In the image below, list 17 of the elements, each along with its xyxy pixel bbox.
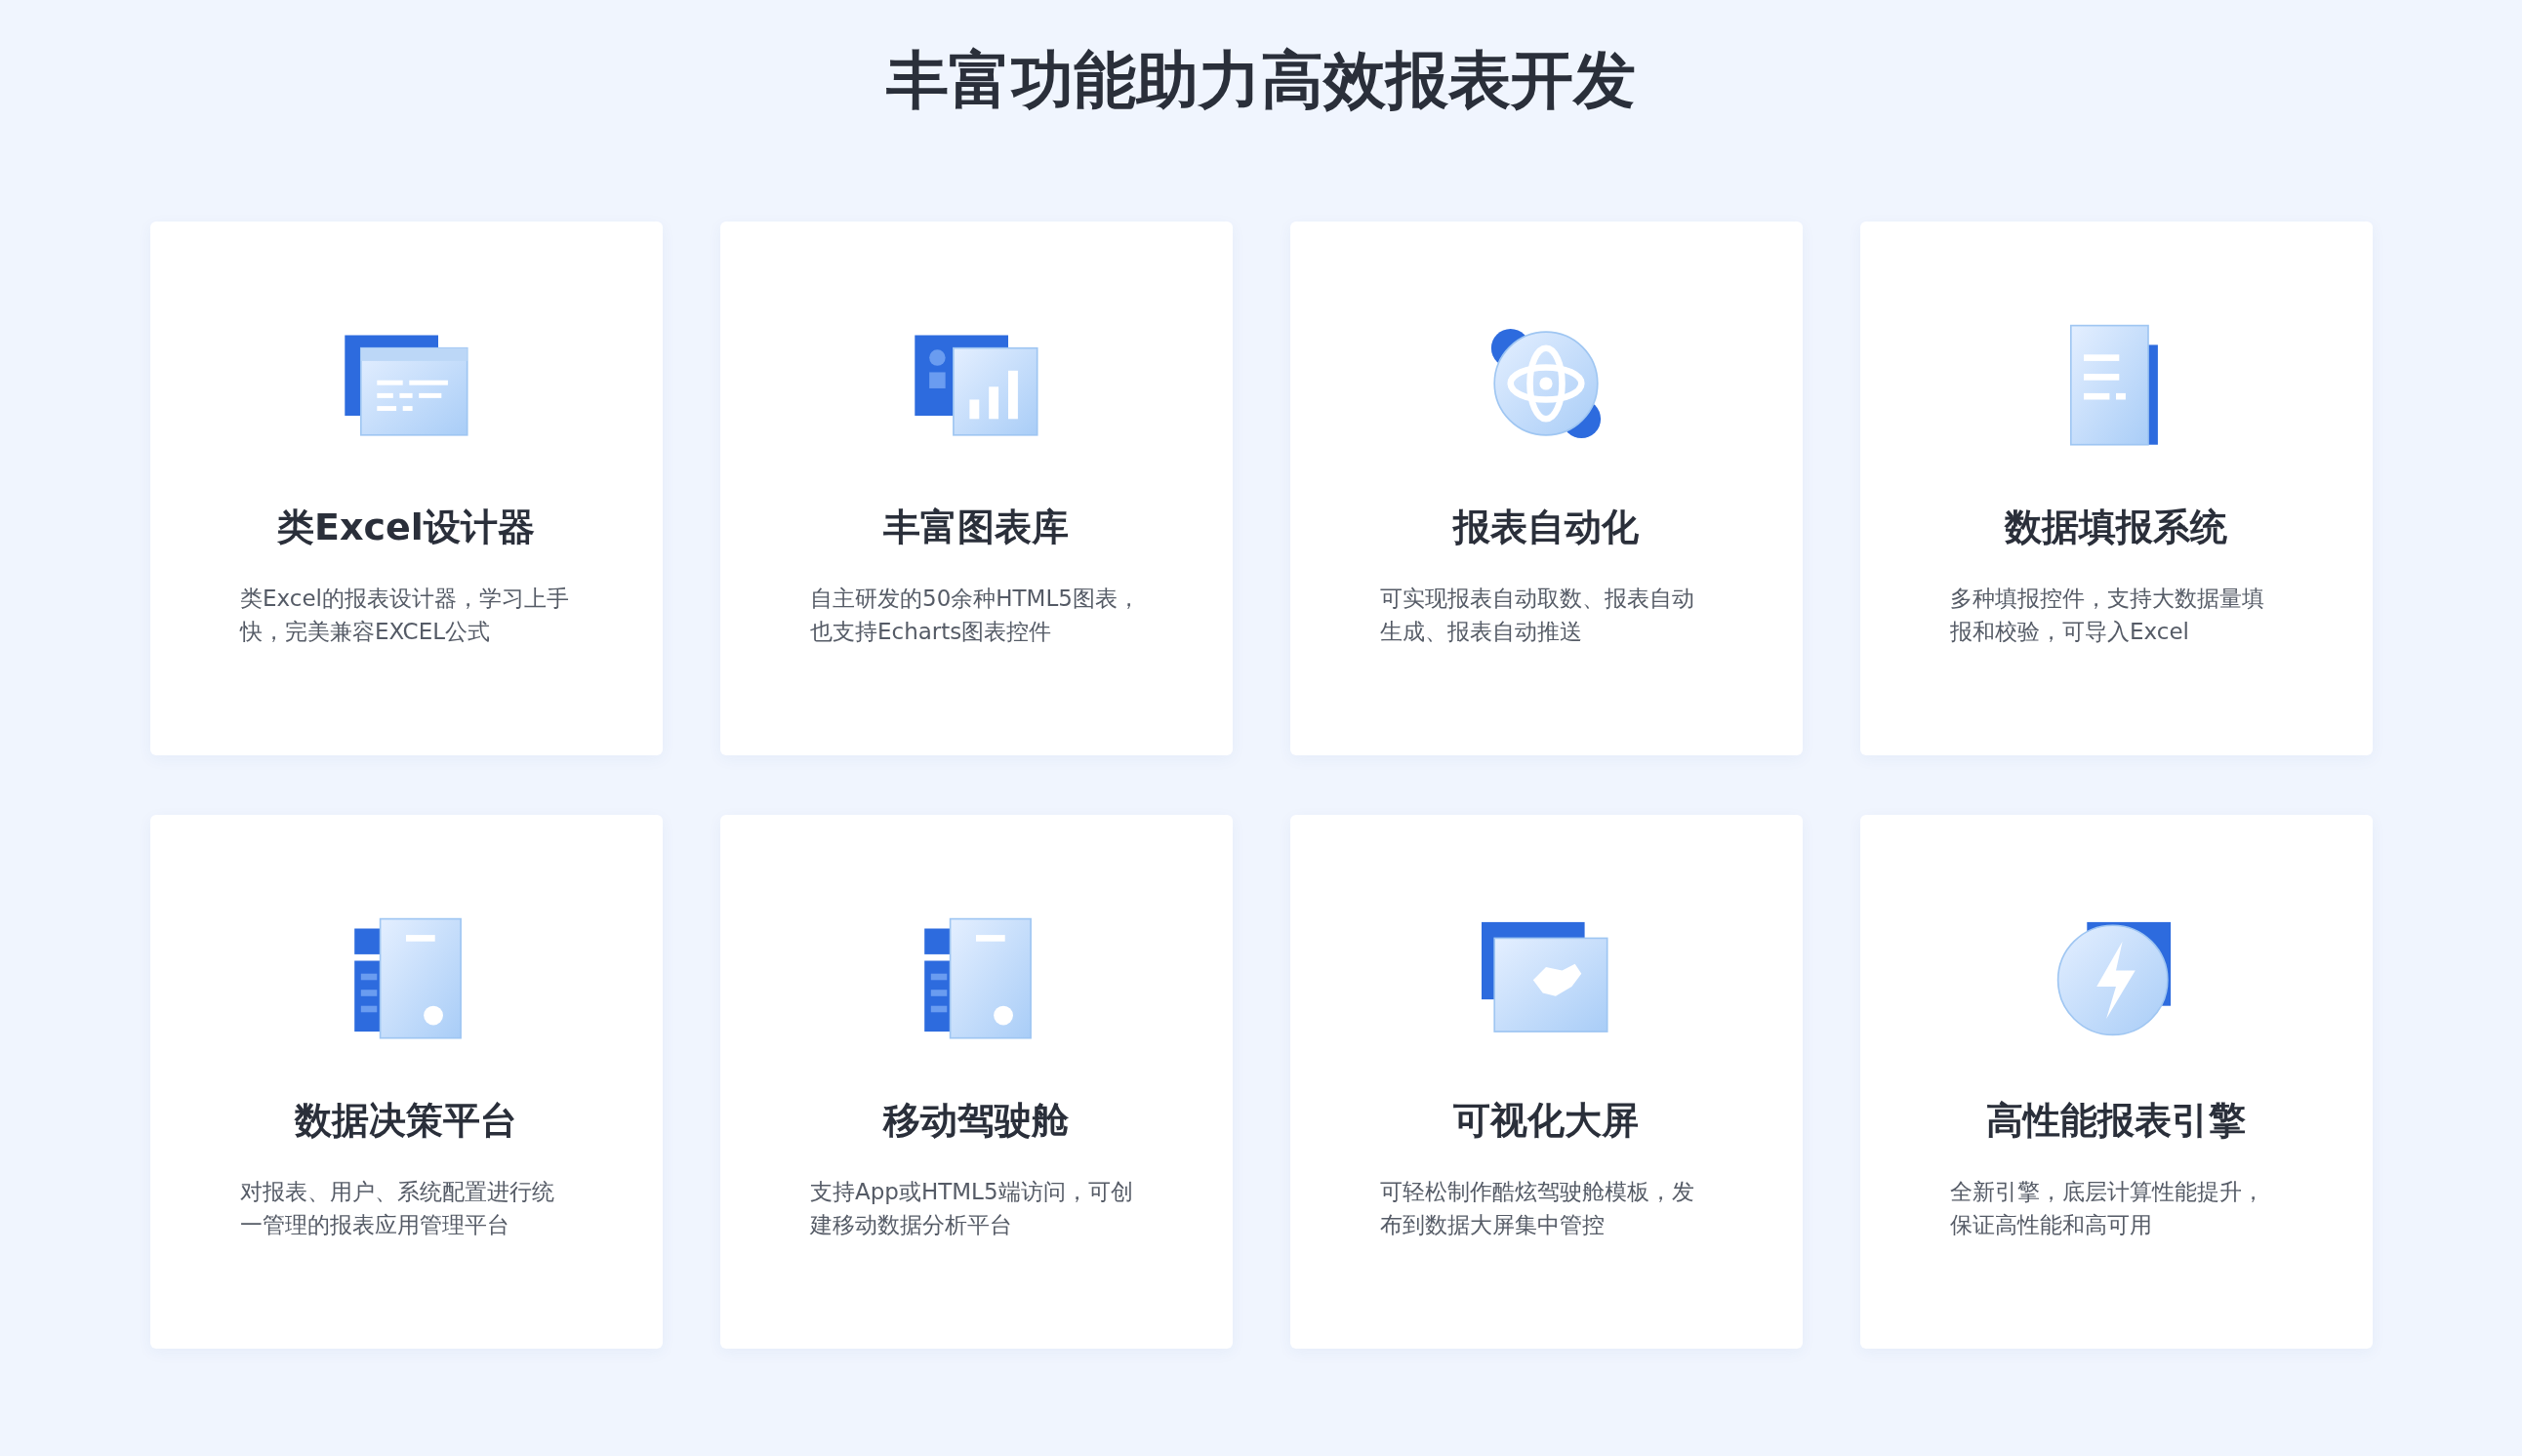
card-title: 报表自动化 bbox=[1453, 505, 1639, 550]
card-title: 丰富图表库 bbox=[883, 505, 1069, 550]
card-title: 数据决策平台 bbox=[295, 1098, 517, 1144]
card-description: 支持App或HTML5端访问，可创建移动数据分析平台 bbox=[810, 1178, 1134, 1239]
card-description: 自主研发的50余种HTML5图表，也支持Echarts图表控件 bbox=[810, 585, 1141, 646]
card-description: 多种填报控件，支持大数据量填报和校验，可导入Excel bbox=[1950, 585, 2265, 646]
card-description: 可实现报表自动取数、报表自动生成、报表自动推送 bbox=[1380, 585, 1695, 646]
card-title: 类Excel设计器 bbox=[277, 505, 535, 550]
card-title: 移动驾驶舱 bbox=[883, 1098, 1069, 1144]
page-title: 丰富功能助力高效报表开发 bbox=[885, 43, 1637, 118]
card-description: 全新引擎，底层计算性能提升，保证高性能和高可用 bbox=[1950, 1178, 2265, 1239]
card-description: 对报表、用户、系统配置进行统一管理的报表应用管理平台 bbox=[240, 1178, 555, 1239]
card-description: 可轻松制作酷炫驾驶舱模板，发布到数据大屏集中管控 bbox=[1380, 1178, 1695, 1239]
card-title: 数据填报系统 bbox=[2005, 505, 2227, 550]
card-description: 类Excel的报表设计器，学习上手快，完美兼容EXCEL公式 bbox=[240, 585, 570, 646]
card-title: 可视化大屏 bbox=[1453, 1098, 1639, 1144]
card-title: 高性能报表引擎 bbox=[1986, 1098, 2246, 1144]
